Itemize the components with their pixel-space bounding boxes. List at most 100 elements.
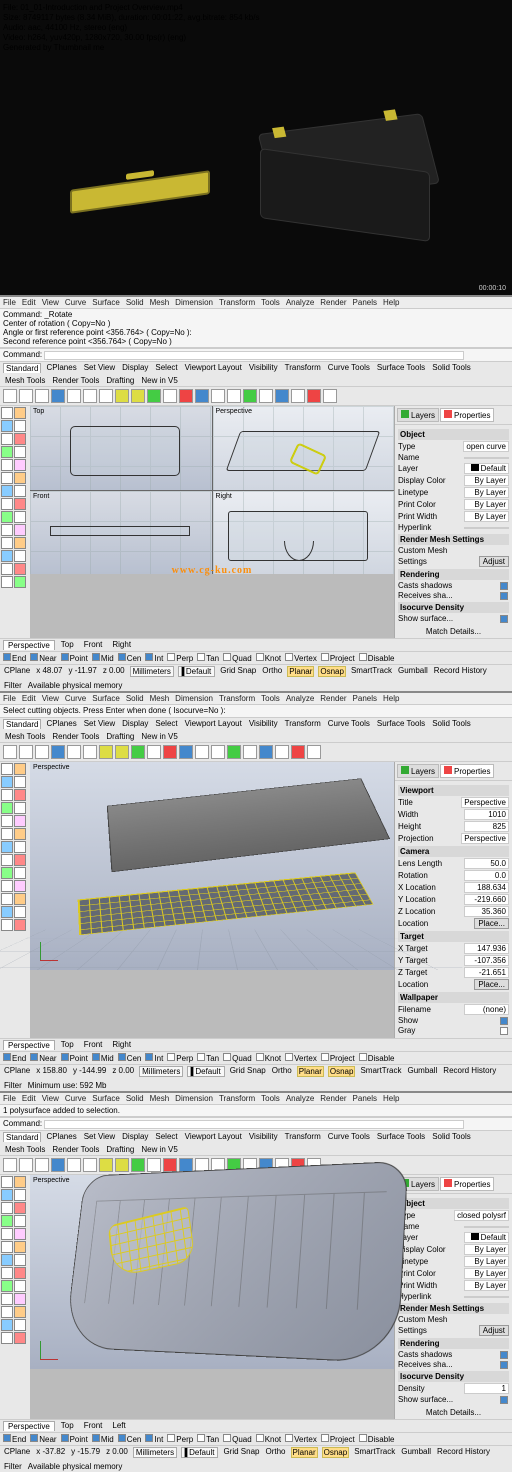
snap-tan[interactable] <box>197 653 205 661</box>
pan-icon[interactable] <box>275 389 289 403</box>
tool-icon[interactable] <box>275 745 289 759</box>
smarttrack-toggle[interactable]: SmartTrack <box>350 666 393 677</box>
snap-vertex[interactable] <box>285 653 293 661</box>
tool-icon[interactable] <box>1 1293 13 1305</box>
tool-icon[interactable] <box>14 880 26 892</box>
offset-icon[interactable] <box>1 563 13 575</box>
fillet-icon[interactable] <box>14 472 26 484</box>
panel-tab-layers[interactable]: Layers <box>397 764 439 778</box>
vp-projection[interactable]: Perspective <box>461 833 509 844</box>
scale-icon[interactable] <box>1 498 13 510</box>
menu-mesh[interactable]: Mesh <box>150 298 170 307</box>
tab-visibility[interactable]: Visibility <box>247 363 280 373</box>
menu-bar[interactable]: FileEditView CurveSurfaceSolid MeshDimen… <box>0 1093 512 1104</box>
cap-icon[interactable] <box>14 563 26 575</box>
tool-icon[interactable] <box>3 1158 17 1172</box>
tool-icon[interactable] <box>14 1319 26 1331</box>
place-tgt-button[interactable]: Place... <box>474 979 509 990</box>
tab-mesh[interactable]: Mesh Tools <box>3 376 47 385</box>
snap-perp[interactable] <box>167 653 175 661</box>
main-toolbar[interactable] <box>0 743 512 762</box>
surface-icon[interactable] <box>1 459 13 471</box>
tool-icon[interactable] <box>14 763 26 775</box>
tool-icon[interactable] <box>1 1176 13 1188</box>
wallpaper-show[interactable] <box>500 1017 508 1025</box>
receives-shadows-checkbox[interactable] <box>500 592 508 600</box>
tool-icon[interactable] <box>291 745 305 759</box>
tool-icon[interactable] <box>14 893 26 905</box>
point-icon[interactable] <box>1 407 13 419</box>
command-prompt[interactable]: Command: <box>0 1117 512 1131</box>
tool-icon[interactable] <box>14 789 26 801</box>
tool-icon[interactable] <box>14 1202 26 1214</box>
tool-icon[interactable] <box>83 1158 97 1172</box>
analyze-icon[interactable] <box>14 576 26 588</box>
units[interactable]: Millimeters <box>130 666 174 677</box>
tool-icon[interactable] <box>1 815 13 827</box>
text-icon[interactable] <box>14 446 26 458</box>
tab-render[interactable]: Render Tools <box>50 376 101 385</box>
tool-icon[interactable] <box>243 745 257 759</box>
tool-icon[interactable] <box>1 1332 13 1344</box>
layers-icon[interactable] <box>195 389 209 403</box>
filter-toggle[interactable]: Filter <box>3 681 23 690</box>
tool-icon[interactable] <box>179 745 193 759</box>
circle-icon[interactable] <box>1 433 13 445</box>
ortho-toggle[interactable]: Ortho <box>261 666 283 677</box>
menu-render[interactable]: Render <box>320 298 346 307</box>
sweep-icon[interactable] <box>14 537 26 549</box>
tool-icon[interactable] <box>1 1306 13 1318</box>
menu-bar[interactable]: File Edit View Curve Surface Solid Mesh … <box>0 297 512 308</box>
gumball-toggle[interactable]: Gumball <box>397 666 429 677</box>
viewport-perspective[interactable]: Perspective <box>30 1175 394 1369</box>
menu-analyze[interactable]: Analyze <box>286 298 314 307</box>
snap-point[interactable] <box>61 653 69 661</box>
print-icon[interactable] <box>51 389 65 403</box>
tab-drafting[interactable]: Drafting <box>104 376 136 385</box>
group-icon[interactable] <box>147 389 161 403</box>
vtab-right[interactable]: Right <box>108 640 135 650</box>
tool-icon[interactable] <box>14 919 26 931</box>
paste-icon[interactable] <box>99 389 113 403</box>
place-cam-button[interactable]: Place... <box>474 918 509 929</box>
open-icon[interactable] <box>19 389 33 403</box>
zoom-window-icon[interactable] <box>259 389 273 403</box>
tool-icon[interactable] <box>147 1158 161 1172</box>
tool-icon[interactable] <box>1 1228 13 1240</box>
side-toolbar[interactable] <box>0 762 30 1038</box>
tab-solid[interactable]: Solid Tools <box>430 363 473 373</box>
wallpaper-file[interactable]: (none) <box>464 1004 509 1015</box>
casts-shadows-checkbox[interactable] <box>500 1351 508 1359</box>
grid-snap-toggle[interactable]: Grid Snap <box>219 666 257 677</box>
tool-icon[interactable] <box>83 745 97 759</box>
panel-tab-layers[interactable]: Layers <box>397 408 439 422</box>
prop-layer[interactable]: Default <box>464 463 509 474</box>
vp-title[interactable]: Perspective <box>461 797 509 808</box>
trim-icon[interactable] <box>14 511 26 523</box>
options-icon[interactable] <box>307 389 321 403</box>
prop-layer[interactable]: Default <box>464 1232 509 1243</box>
tool-icon[interactable] <box>307 745 321 759</box>
tool-icon[interactable] <box>131 745 145 759</box>
tgt-z[interactable]: -21.651 <box>464 967 509 978</box>
tool-icon[interactable] <box>115 745 129 759</box>
tool-icon[interactable] <box>35 745 49 759</box>
tool-icon[interactable] <box>99 1158 113 1172</box>
dim-icon[interactable] <box>1 576 13 588</box>
tool-icon[interactable] <box>1 867 13 879</box>
tool-icon[interactable] <box>1 880 13 892</box>
select-icon[interactable] <box>179 389 193 403</box>
tool-icon[interactable] <box>14 1293 26 1305</box>
cut-icon[interactable] <box>67 389 81 403</box>
adjust-button[interactable]: Adjust <box>479 556 509 567</box>
menu-panels[interactable]: Panels <box>353 298 377 307</box>
rotate-icon[interactable] <box>14 485 26 497</box>
save-icon[interactable] <box>35 389 49 403</box>
casts-shadows-checkbox[interactable] <box>500 582 508 590</box>
tool-icon[interactable] <box>14 1241 26 1253</box>
tool-icon[interactable] <box>14 1176 26 1188</box>
tab-transform[interactable]: Transform <box>283 363 323 373</box>
tgt-y[interactable]: -107.356 <box>464 955 509 966</box>
wallpaper-gray[interactable] <box>500 1027 508 1035</box>
menu-tools[interactable]: Tools <box>261 298 280 307</box>
